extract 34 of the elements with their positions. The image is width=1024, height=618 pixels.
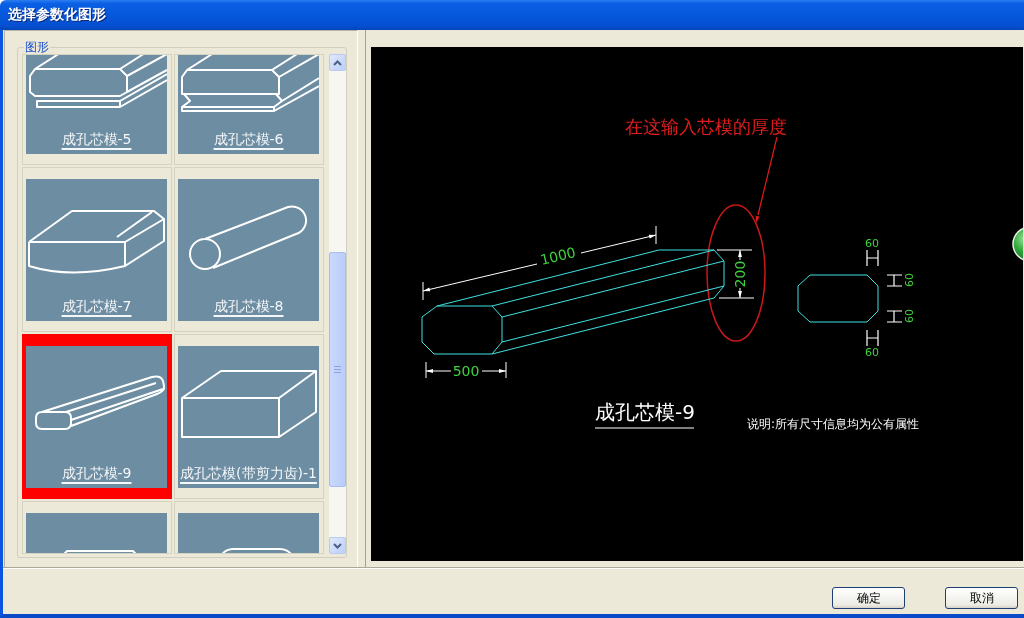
shape-tile[interactable] xyxy=(174,501,324,554)
dimension-line xyxy=(866,329,879,347)
scrollbar-thumb[interactable] xyxy=(329,252,346,487)
grip-icon xyxy=(334,366,341,373)
window-title: 选择参数化图形 xyxy=(8,6,106,24)
shape-tile[interactable]: 成孔芯模-5 xyxy=(22,54,172,165)
dimension-label: 60 xyxy=(865,236,879,250)
shape-tile[interactable] xyxy=(22,501,172,554)
group-label: 图形 xyxy=(24,40,50,54)
dimension-label: 200 xyxy=(732,260,748,288)
note-text: 说明:所有尺寸信息均为公有属性 xyxy=(747,417,920,431)
scroll-up-button[interactable] xyxy=(329,54,346,71)
shape-tile[interactable]: 成孔芯模-8 xyxy=(174,167,324,332)
ok-button[interactable]: 确定 xyxy=(832,587,905,609)
preview-title: 成孔芯模-9 xyxy=(595,400,695,424)
sphere-button-icon[interactable] xyxy=(1012,226,1023,262)
scroll-down-button[interactable] xyxy=(329,537,346,554)
dimension-line xyxy=(886,274,903,287)
annotation-text: 在这输入芯模的厚度 xyxy=(625,116,787,137)
dimension-label: 60 xyxy=(865,345,879,359)
dimension-label: 1000 xyxy=(538,244,578,268)
dimension-line xyxy=(716,249,755,299)
dimension-line xyxy=(886,310,903,323)
shape-tile[interactable]: 成孔芯模-9 xyxy=(22,334,172,499)
shape-tile[interactable]: 成孔芯模-6 xyxy=(174,54,324,165)
cancel-button[interactable]: 取消 xyxy=(945,587,1018,609)
shape-tile[interactable]: 成孔芯模-7 xyxy=(22,167,172,332)
shape-tile[interactable]: 成孔芯模(带剪力齿)-1 xyxy=(174,334,324,499)
dimension-label: 500 xyxy=(452,363,480,379)
dimension-label: 60 xyxy=(902,273,916,287)
chevron-up-icon xyxy=(333,59,342,66)
dimension-line xyxy=(866,249,879,267)
chevron-down-icon xyxy=(333,542,342,549)
dimension-label: 60 xyxy=(902,309,916,323)
